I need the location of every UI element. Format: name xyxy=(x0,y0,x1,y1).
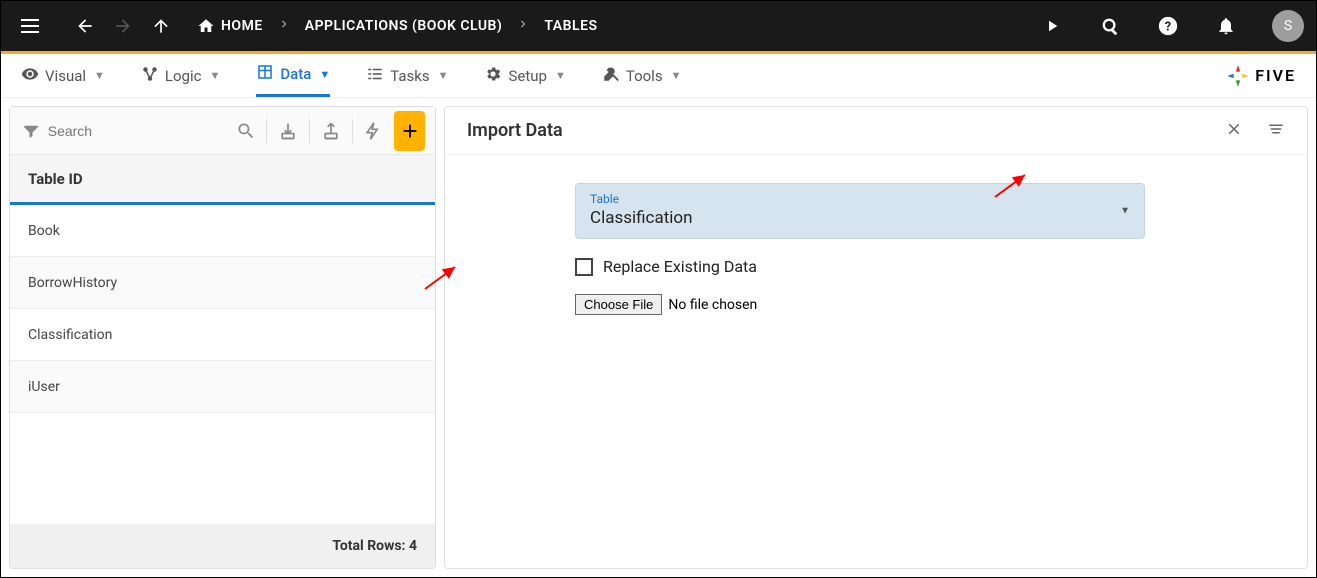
tab-logic[interactable]: Logic ▼ xyxy=(141,55,220,97)
avatar[interactable]: S xyxy=(1272,10,1304,42)
field-label: Table xyxy=(590,192,1130,206)
right-panel: Import Data Table Classification ▼ Repla… xyxy=(444,106,1308,569)
divider xyxy=(309,119,310,143)
table-select[interactable]: Table Classification ▼ xyxy=(575,183,1145,239)
tasks-icon xyxy=(366,65,384,87)
main-nav: Visual ▼ Logic ▼ Data ▼ Tasks ▼ Setup ▼ Tools… xyxy=(1,54,1316,98)
total-rows: Total Rows: 4 xyxy=(10,524,435,568)
crumb-tables[interactable]: TABLES xyxy=(544,18,597,34)
cell: Classification xyxy=(28,327,112,343)
menu-icon[interactable] xyxy=(21,14,45,38)
caret-down-icon: ▼ xyxy=(94,69,105,82)
crumb-home[interactable]: HOME xyxy=(197,17,263,35)
crumb-applications[interactable]: APPLICATIONS (BOOK CLUB) xyxy=(305,18,503,34)
gear-icon xyxy=(484,65,502,87)
caret-down-icon: ▼ xyxy=(438,69,449,82)
column-header[interactable]: Table ID xyxy=(10,155,435,205)
close-icon[interactable] xyxy=(1225,120,1243,142)
top-bar: HOME APPLICATIONS (BOOK CLUB) TABLES ? S xyxy=(1,1,1316,51)
chevron-right-icon xyxy=(277,17,291,35)
replace-label: Replace Existing Data xyxy=(603,257,757,276)
brand-logo: FIVE xyxy=(1225,63,1296,89)
home-icon xyxy=(197,17,215,35)
search-icon[interactable] xyxy=(235,121,257,141)
tab-data[interactable]: Data ▼ xyxy=(256,55,330,97)
crumb-label: TABLES xyxy=(544,18,597,34)
tab-label: Logic xyxy=(165,67,202,85)
right-header: Import Data xyxy=(445,107,1307,155)
content-area: Table ID Book BorrowHistory Classificati… xyxy=(1,98,1316,577)
table-row[interactable]: iUser xyxy=(10,361,435,413)
back-icon[interactable] xyxy=(73,14,97,38)
bolt-icon[interactable] xyxy=(362,121,384,141)
left-panel: Table ID Book BorrowHistory Classificati… xyxy=(9,106,436,569)
caret-down-icon: ▼ xyxy=(319,68,330,81)
caret-down-icon: ▼ xyxy=(555,69,566,82)
logo-text: FIVE xyxy=(1255,66,1296,85)
svg-text:?: ? xyxy=(1165,20,1171,35)
column-header-label: Table ID xyxy=(28,170,83,188)
crumb-label: HOME xyxy=(221,18,263,34)
spinner-icon xyxy=(1225,63,1251,89)
file-row: Choose File No file chosen xyxy=(575,294,1177,315)
download-icon[interactable] xyxy=(277,121,299,141)
avatar-letter: S xyxy=(1284,18,1292,34)
bell-icon[interactable] xyxy=(1214,14,1238,38)
upload-icon[interactable] xyxy=(320,121,342,141)
grid-icon xyxy=(256,63,274,85)
search-input[interactable] xyxy=(48,123,229,139)
tab-label: Setup xyxy=(508,67,546,85)
tab-tasks[interactable]: Tasks ▼ xyxy=(366,55,448,97)
field-value: Classification xyxy=(590,208,1130,228)
replace-row: Replace Existing Data xyxy=(575,257,1177,276)
cell: iUser xyxy=(28,379,60,395)
chevron-right-icon xyxy=(516,17,530,35)
breadcrumb: HOME APPLICATIONS (BOOK CLUB) TABLES xyxy=(197,17,598,35)
help-icon[interactable]: ? xyxy=(1156,14,1180,38)
table-row[interactable]: Book xyxy=(10,205,435,257)
replace-checkbox[interactable] xyxy=(575,258,593,276)
choose-file-label: Choose File xyxy=(584,297,653,312)
tab-label: Tools xyxy=(626,67,663,85)
tab-tools[interactable]: Tools ▼ xyxy=(602,55,682,97)
tab-label: Data xyxy=(280,65,311,83)
import-body: Table Classification ▼ Replace Existing … xyxy=(445,155,1307,343)
left-toolbar xyxy=(10,107,435,155)
choose-file-button[interactable]: Choose File xyxy=(575,294,662,315)
list-filler xyxy=(10,413,435,524)
table-row[interactable]: BorrowHistory xyxy=(10,257,435,309)
tools-icon xyxy=(602,65,620,87)
tab-label: Visual xyxy=(45,67,86,85)
no-file-text: No file chosen xyxy=(668,297,757,313)
footer-text: Total Rows: 4 xyxy=(332,538,417,554)
play-icon[interactable] xyxy=(1040,14,1064,38)
eye-icon xyxy=(21,65,39,87)
crumb-label: APPLICATIONS (BOOK CLUB) xyxy=(305,18,503,34)
divider xyxy=(266,119,267,143)
caret-down-icon: ▼ xyxy=(209,69,220,82)
logic-icon xyxy=(141,65,159,87)
caret-down-icon: ▼ xyxy=(671,69,682,82)
forward-icon xyxy=(111,14,135,38)
tab-setup[interactable]: Setup ▼ xyxy=(484,55,565,97)
tab-visual[interactable]: Visual ▼ xyxy=(21,55,105,97)
table-row[interactable]: Classification xyxy=(10,309,435,361)
cell: Book xyxy=(28,223,60,239)
search-globe-icon[interactable] xyxy=(1098,14,1122,38)
filter-icon[interactable] xyxy=(20,122,42,140)
up-icon[interactable] xyxy=(149,14,173,38)
panel-title: Import Data xyxy=(467,120,563,141)
caret-down-icon: ▼ xyxy=(1120,206,1130,217)
menu-lines-icon[interactable] xyxy=(1267,120,1285,142)
tab-label: Tasks xyxy=(390,67,429,85)
divider xyxy=(352,119,353,143)
cell: BorrowHistory xyxy=(28,275,117,291)
add-button[interactable] xyxy=(394,111,425,151)
